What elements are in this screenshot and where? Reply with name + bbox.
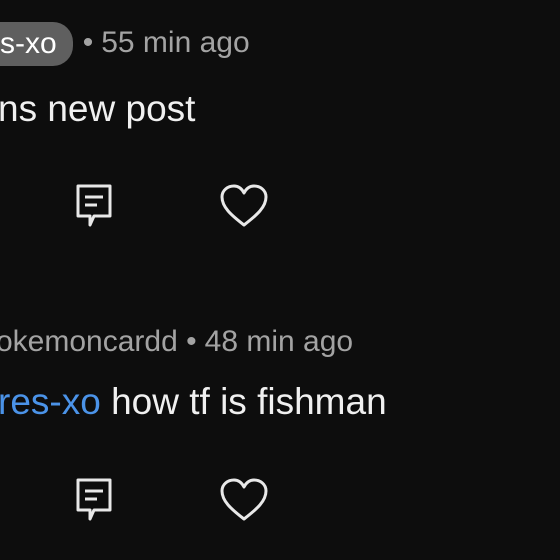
comment-1-meta: s-xo • 55 min ago <box>0 22 250 66</box>
separator-dot: • <box>82 25 94 59</box>
comment-text: how tf is fishman <box>100 381 387 422</box>
comment-text: ns new post <box>0 88 196 129</box>
comment-1: s-xo • 55 min ago ns new post <box>0 0 560 250</box>
heart-icon <box>219 477 269 523</box>
username-chip[interactable]: s-xo <box>0 22 73 66</box>
comment-2-text: res-xo how tf is fishman <box>0 380 387 424</box>
comment-2: okemoncardd • 48 min ago res-xo how tf is… <box>0 300 560 560</box>
comment-2-meta: okemoncardd • 48 min ago <box>0 324 353 360</box>
username[interactable]: okemoncardd <box>0 325 178 358</box>
heart-icon <box>219 183 269 229</box>
separator-dot: • <box>186 325 197 358</box>
mention-link[interactable]: res-xo <box>0 381 101 422</box>
timestamp: 55 min ago <box>101 25 250 59</box>
like-button[interactable] <box>216 178 272 234</box>
comment-1-text: ns new post <box>0 87 195 131</box>
reply-button[interactable] <box>66 178 122 234</box>
reply-comment-icon <box>74 183 114 229</box>
reply-comment-icon <box>74 477 114 523</box>
like-button[interactable] <box>216 472 272 528</box>
timestamp: 48 min ago <box>204 325 354 358</box>
reply-button[interactable] <box>66 472 122 528</box>
